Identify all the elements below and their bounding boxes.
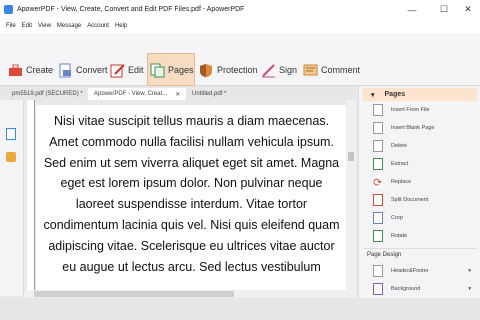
dropdown-arrow-icon: ▾	[468, 268, 471, 274]
tab-untitled[interactable]: Untitled.pdf *	[186, 88, 256, 100]
extract-item[interactable]: Extract	[373, 157, 408, 171]
comment-button[interactable]: Comment	[303, 62, 360, 78]
pages-button[interactable]: Pages	[150, 62, 194, 78]
menu-file[interactable]: File	[6, 23, 16, 29]
create-label: Create	[26, 65, 54, 75]
crop-icon	[373, 212, 383, 224]
comment-label: Comment	[321, 65, 361, 75]
item-label: Delete	[391, 143, 407, 149]
attachment-icon[interactable]	[6, 152, 16, 162]
horizontal-scrollbar[interactable]	[24, 290, 356, 298]
item-label: Rotate	[391, 233, 408, 239]
tab-close-icon[interactable]: ✕	[175, 91, 180, 98]
maximize-button[interactable]: ☐	[432, 0, 456, 19]
item-label: Extract	[391, 161, 409, 167]
insert-file-icon	[373, 104, 383, 116]
left-sidebar	[0, 100, 24, 296]
background-icon	[373, 283, 383, 295]
document-text: Nisi vitae suscipit tellus mauris a diam…	[43, 114, 340, 274]
split-icon	[373, 194, 383, 206]
sign-button[interactable]: Sign	[261, 62, 297, 78]
item-label: Insert Blank Page	[391, 125, 435, 131]
triangle-down-icon: ▾	[371, 91, 375, 99]
pages-panel: ▾ Pages Insert From File Insert Blank Pa…	[358, 86, 480, 298]
item-label: Split Document	[391, 197, 429, 203]
item-label: Insert From File	[391, 107, 430, 113]
document-page: Nisi vitae suscipit tellus mauris a diam…	[36, 105, 347, 290]
pages-icon	[150, 63, 165, 78]
panel-title: Pages	[384, 91, 406, 98]
menu-view[interactable]: View	[38, 23, 51, 29]
panel-header[interactable]: ▾ Pages	[363, 88, 477, 101]
replace-item[interactable]: ⟳ Replace	[373, 175, 411, 189]
tab-apowerpdf[interactable]: ApowerPDF - View, Creat... ✕	[88, 88, 186, 100]
crop-item[interactable]: Crop	[373, 211, 403, 225]
tab-label: ApowerPDF - View, Creat...	[94, 91, 168, 97]
item-label: Background	[391, 286, 421, 292]
rotate-item[interactable]: Rotate	[373, 229, 407, 243]
toolbar	[0, 33, 480, 86]
edit-label: Edit	[128, 65, 144, 75]
pen-icon	[261, 63, 276, 78]
background-item[interactable]: Background ▾	[373, 282, 477, 296]
menu-edit[interactable]: Edit	[22, 23, 32, 29]
menu-message[interactable]: Message	[57, 23, 81, 29]
header-footer-icon	[373, 265, 383, 277]
sign-label: Sign	[279, 65, 298, 75]
replace-icon: ⟳	[373, 176, 383, 189]
briefcase-icon	[8, 63, 23, 78]
protection-button[interactable]: Protection	[199, 62, 258, 78]
tab-label: pm5519.pdf (SECURED) *	[12, 91, 83, 97]
document-tabs: pm5519.pdf (SECURED) * ApowerPDF - View,…	[0, 86, 356, 100]
thumbnails-icon[interactable]	[6, 128, 16, 140]
rotate-icon	[373, 230, 383, 242]
edit-icon	[110, 63, 125, 78]
menu-bar: File Edit View Message Account Help	[0, 19, 480, 33]
status-bar	[0, 298, 480, 320]
page-design-heading: Page Design	[367, 252, 402, 258]
blank-page-icon	[373, 122, 383, 134]
convert-label: Convert	[76, 65, 108, 75]
create-button[interactable]: Create	[8, 62, 53, 78]
divider	[363, 248, 477, 249]
item-label: Crop	[391, 215, 403, 221]
insert-blank-page-item[interactable]: Insert Blank Page	[373, 121, 434, 135]
tab-pm5519[interactable]: pm5519.pdf (SECURED) *	[6, 88, 86, 100]
extract-icon	[373, 158, 383, 170]
comment-icon	[303, 63, 318, 78]
title-bar: ApowerPDF - View, Create, Convert and Ed…	[0, 0, 480, 19]
protection-label: Protection	[217, 65, 258, 75]
delete-item[interactable]: Delete	[373, 139, 407, 153]
window-title: ApowerPDF - View, Create, Convert and Ed…	[17, 6, 245, 13]
vertical-scrollbar[interactable]	[346, 100, 356, 296]
scroll-thumb[interactable]	[348, 152, 354, 161]
menu-account[interactable]: Account	[87, 23, 109, 29]
pages-label: Pages	[168, 65, 194, 75]
split-document-item[interactable]: Split Document	[373, 193, 428, 207]
header-footer-item[interactable]: Header&Footer ▾	[373, 264, 477, 278]
tab-label: Untitled.pdf *	[192, 91, 227, 97]
delete-page-icon	[373, 140, 383, 152]
close-button[interactable]: ✕	[456, 0, 480, 19]
dropdown-arrow-icon: ▾	[468, 286, 471, 292]
menu-help[interactable]: Help	[115, 23, 127, 29]
item-label: Header&Footer	[391, 268, 429, 274]
item-label: Replace	[391, 179, 412, 185]
app-logo-icon	[4, 5, 13, 14]
convert-icon	[58, 63, 73, 78]
vertical-ruler	[27, 100, 35, 290]
insert-from-file-item[interactable]: Insert From File	[373, 103, 430, 117]
convert-button[interactable]: Convert	[58, 62, 108, 78]
shield-icon	[199, 63, 214, 78]
edit-button[interactable]: Edit	[110, 62, 144, 78]
minimize-button[interactable]: —	[400, 0, 424, 19]
scroll-thumb[interactable]	[34, 291, 234, 297]
